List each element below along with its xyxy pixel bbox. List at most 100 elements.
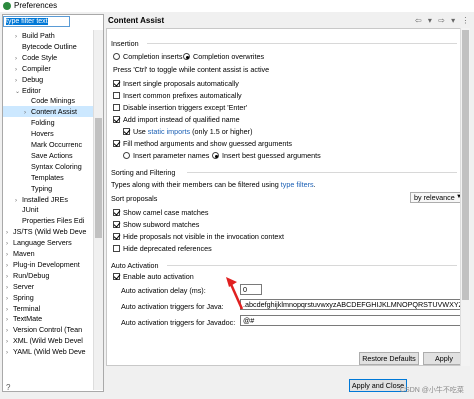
sorting-header: Sorting and Filtering [111, 168, 176, 177]
tree-item[interactable]: › Code Style [3, 52, 95, 63]
divider [187, 172, 457, 173]
tree-item-label: Build Path [22, 31, 55, 40]
completion-overwrites-radio[interactable]: Completion overwrites [183, 52, 264, 61]
checkbox-icon[interactable] [113, 273, 120, 280]
tree-item-label: Templates [31, 172, 64, 182]
hide-deprecated-checkbox[interactable]: Hide deprecated references [113, 244, 212, 253]
fill-method-checkbox[interactable]: Fill method arguments and show guessed a… [113, 139, 292, 148]
preferences-tree: › Build Path Bytecode Outline › Code Style › C… [2, 14, 104, 392]
disable-triggers-checkbox[interactable]: Disable insertion triggers except 'Enter… [113, 103, 247, 112]
tree-item-label: Spring [13, 292, 34, 302]
tree-item[interactable]: JUnit [3, 204, 95, 215]
insert-param-names-radio[interactable]: Insert parameter names [123, 151, 209, 160]
tree-item[interactable]: ⌄ Editor [3, 85, 95, 96]
tree-scrollbar-thumb[interactable] [95, 118, 102, 238]
tree-item[interactable]: › TextMate [3, 313, 95, 324]
checkbox-icon[interactable] [113, 233, 120, 240]
help-icon[interactable]: ? [6, 383, 10, 392]
tree-item[interactable]: Code Minings [3, 95, 95, 106]
apply-and-close-button[interactable]: Apply and Close [349, 379, 407, 392]
type-filters-link[interactable]: type filters [281, 180, 314, 189]
checkbox-icon[interactable] [113, 221, 120, 228]
tree-item[interactable]: Folding [3, 117, 95, 128]
type-filters-hint: Types along with their members can be fi… [111, 180, 316, 189]
tree-item[interactable]: › Run/Debug [3, 270, 95, 281]
java-triggers-input[interactable]: .abcdefghijklmnopqrstuvwxyzABCDEFGHIJKLM… [240, 299, 468, 310]
checkbox-icon[interactable] [113, 140, 120, 147]
javadoc-triggers-input[interactable]: @# [240, 315, 468, 326]
tree-item[interactable]: Properties Files Edi [3, 215, 95, 226]
tree-item-label: Folding [31, 118, 55, 128]
use-static-imports-checkbox[interactable]: Use static imports (only 1.5 or higher) [123, 127, 252, 136]
tree-item[interactable]: › YAML (Wild Web Deve [3, 346, 95, 357]
tree-item-label: Server [13, 281, 35, 291]
tree-item[interactable]: › JS/TS (Wild Web Deve [3, 226, 95, 237]
insert-best-guessed-radio[interactable]: Insert best guessed arguments [212, 151, 321, 160]
apply-button[interactable]: Apply [423, 352, 465, 365]
checkbox-icon[interactable] [113, 209, 120, 216]
tree-item[interactable]: › Maven [3, 248, 95, 259]
sort-proposals-select[interactable]: by relevance▼ [410, 192, 466, 203]
hide-not-visible-checkbox[interactable]: Hide proposals not visible in the invoca… [113, 232, 284, 241]
panel-scrollbar-thumb[interactable] [462, 30, 469, 300]
checkbox-icon[interactable] [113, 104, 120, 111]
checkbox-icon[interactable] [113, 116, 120, 123]
tree-item[interactable]: Syntax Coloring [3, 161, 95, 172]
divider [167, 265, 457, 266]
tree-item-label: Properties Files Edi [22, 216, 85, 226]
enable-auto-activation-checkbox[interactable]: Enable auto activation [113, 272, 194, 281]
tree-item-label: Content Assist [31, 107, 77, 117]
filter-input[interactable]: type filter text [3, 16, 70, 27]
radio-icon[interactable] [183, 53, 190, 60]
radio-icon[interactable] [113, 53, 120, 60]
checkbox-icon[interactable] [113, 92, 120, 99]
insertion-header: Insertion [111, 39, 139, 48]
tree-item-label: Editor [22, 85, 41, 95]
insert-single-checkbox[interactable]: Insert single proposals automatically [113, 79, 239, 88]
tree-item[interactable]: Hovers [3, 128, 95, 139]
tree-item[interactable]: › Installed JREs [3, 194, 95, 205]
completion-inserts-radio[interactable]: Completion inserts [113, 52, 183, 61]
tree-item[interactable]: › Compiler [3, 63, 95, 74]
tree-item-label: Hovers [31, 129, 54, 139]
tree-item-label: Version Control (Tean [13, 325, 83, 335]
navigation-arrows-icon[interactable]: ⇦ ▾ ⇨ ▾ ⋮ [415, 16, 471, 25]
tree-item-label: YAML (Wild Web Deve [13, 347, 86, 357]
javadoc-triggers-label: Auto activation triggers for Javadoc: [121, 318, 236, 327]
title-bar [0, 0, 474, 12]
toggle-hint: Press 'Ctrl' to toggle while content ass… [113, 65, 270, 74]
tree-item-label: Code Minings [31, 96, 75, 106]
show-camel-case-checkbox[interactable]: Show camel case matches [113, 208, 209, 217]
tree-item[interactable]: Typing [3, 183, 95, 194]
tree-item[interactable]: › Plug-in Development [3, 259, 95, 270]
tree-item[interactable]: › Build Path [3, 30, 95, 41]
tree-item[interactable]: › Server [3, 281, 95, 292]
tree-item[interactable]: › Language Servers [3, 237, 95, 248]
tree-item-label: JS/TS (Wild Web Deve [13, 227, 87, 237]
radio-icon[interactable] [123, 152, 130, 159]
checkbox-icon[interactable] [123, 128, 130, 135]
checkbox-icon[interactable] [113, 80, 120, 87]
red-arrow-icon [226, 277, 244, 310]
show-subword-checkbox[interactable]: Show subword matches [113, 220, 199, 229]
restore-defaults-button[interactable]: Restore Defaults [359, 352, 419, 365]
tree-item[interactable]: › Terminal [3, 303, 95, 314]
tree-item[interactable]: › Version Control (Tean [3, 324, 95, 335]
page-title: Content Assist [108, 16, 165, 25]
tree-item[interactable]: › Debug [3, 74, 95, 85]
add-import-checkbox[interactable]: Add import instead of qualified name [113, 115, 240, 124]
radio-icon[interactable] [212, 152, 219, 159]
static-imports-link[interactable]: static imports [148, 127, 190, 136]
tree-item-label: Syntax Coloring [31, 161, 82, 171]
chevron-right-icon[interactable]: › [6, 348, 13, 359]
tree-item[interactable]: Bytecode Outline [3, 41, 95, 52]
tree-item[interactable]: Save Actions [3, 150, 95, 161]
tree-item[interactable]: Mark Occurrenc [3, 139, 95, 150]
tree-item[interactable]: Templates [3, 172, 95, 183]
insert-common-checkbox[interactable]: Insert common prefixes automatically [113, 91, 242, 100]
tree-item[interactable]: › Content Assist [3, 106, 95, 118]
tree-item[interactable]: › Spring [3, 292, 95, 303]
checkbox-icon[interactable] [113, 245, 120, 252]
tree-item-label: Terminal [13, 303, 41, 313]
tree-item[interactable]: › XML (Wild Web Devel [3, 335, 95, 346]
